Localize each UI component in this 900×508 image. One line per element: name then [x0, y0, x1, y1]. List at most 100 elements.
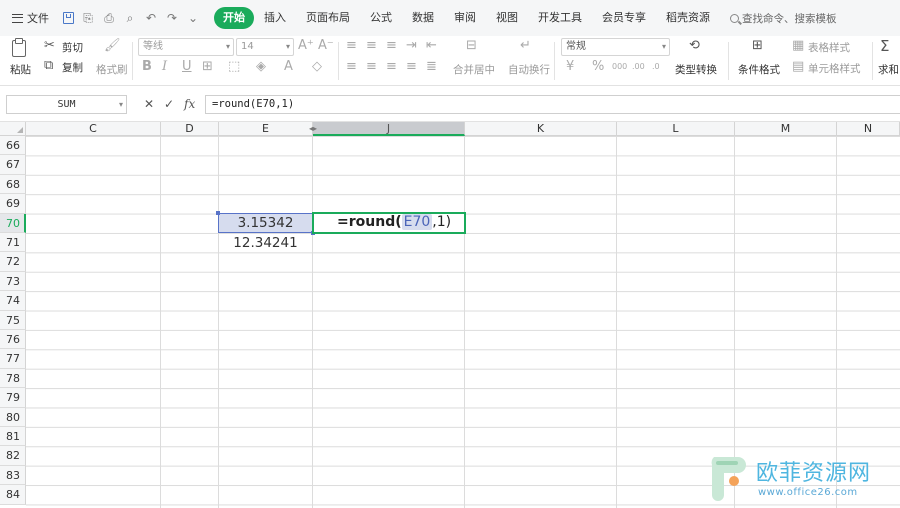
cancel-icon[interactable]: ✕ [144, 96, 154, 112]
align-middle-icon[interactable]: ≡ [366, 39, 377, 53]
quick-access-toolbar: ⎘ ⎙ ⌕ ↶ ↷ ⌄ [57, 11, 206, 26]
cell-e70[interactable]: 3.15342 [218, 215, 313, 231]
thousands-icon[interactable]: 000 [612, 60, 627, 74]
row-header-71[interactable]: 71 [0, 233, 26, 253]
confirm-icon[interactable]: ✓ [164, 96, 174, 112]
row-header-66[interactable]: 66 [0, 136, 26, 156]
align-center-icon[interactable]: ≡ [366, 60, 377, 74]
row-header-68[interactable]: 68 [0, 174, 26, 195]
italic-icon[interactable]: I [162, 60, 167, 74]
font-name-select[interactable]: 等线 ▾ [138, 38, 234, 56]
number-format-select[interactable]: 常规 ▾ [561, 38, 670, 56]
print-preview-icon[interactable]: ⌕ [123, 11, 137, 26]
indent-icon[interactable]: ⇥ [406, 39, 417, 53]
row-header-74[interactable]: 74 [0, 291, 26, 311]
row-header-72[interactable]: 72 [0, 252, 26, 272]
wrap-text-button[interactable]: 自动换行 [508, 62, 550, 77]
sum-button[interactable]: 求和 [878, 62, 899, 77]
cell-style-button[interactable]: 单元格样式 [808, 61, 861, 76]
tab-insert[interactable]: 插入 [254, 7, 296, 29]
row-header-75[interactable]: 75 [0, 310, 26, 330]
cell-e71[interactable]: 12.34241 [218, 235, 313, 251]
row-header-81[interactable]: 81 [0, 427, 26, 447]
row-header-70[interactable]: 70 [0, 213, 26, 233]
tab-review[interactable]: 审阅 [444, 7, 486, 29]
row-header-84[interactable]: 84 [0, 485, 26, 505]
column-header-n[interactable]: N [837, 122, 900, 136]
select-all-corner[interactable] [0, 122, 26, 136]
copy-button[interactable]: 复制 [62, 60, 83, 75]
table-style-button[interactable]: 表格样式 [808, 40, 850, 55]
border-icon[interactable]: ⊞ [202, 60, 213, 74]
file-menu[interactable]: 文件 [0, 0, 57, 36]
underline-icon[interactable]: U [182, 60, 192, 74]
tab-view[interactable]: 视图 [486, 7, 528, 29]
insert-function-icon[interactable]: fx [184, 96, 195, 112]
column-header-k[interactable]: K [465, 122, 617, 136]
bold-icon[interactable]: B [142, 60, 152, 74]
column-header-c[interactable]: C [26, 122, 161, 136]
format-painter-button[interactable]: 格式刷 [96, 62, 128, 77]
formula-input[interactable]: =round(E70,1) [205, 95, 900, 114]
font-grow-icon[interactable]: A⁺ [298, 39, 314, 53]
save-icon[interactable] [63, 12, 74, 24]
cut-button[interactable]: 剪切 [62, 40, 83, 55]
tab-formulas[interactable]: 公式 [360, 7, 402, 29]
eraser-icon[interactable]: ◇ [312, 60, 322, 74]
tab-data[interactable]: 数据 [402, 7, 444, 29]
chevron-down-icon[interactable]: ⌄ [186, 11, 200, 25]
row-header-67[interactable]: 67 [0, 155, 26, 175]
formula-reference[interactable]: E70 [401, 214, 433, 230]
font-color-icon[interactable]: A [284, 60, 293, 74]
column-header-e[interactable]: E [219, 122, 313, 136]
decrease-decimal-icon[interactable]: .0 [652, 60, 660, 74]
outdent-icon[interactable]: ⇤ [426, 39, 437, 53]
conditional-format-button[interactable]: 条件格式 [738, 62, 780, 77]
row-header-80[interactable]: 80 [0, 407, 26, 427]
justify-icon[interactable]: ≡ [406, 60, 417, 74]
align-left-icon[interactable]: ≡ [346, 60, 357, 74]
fill-color-icon[interactable]: ◈ [256, 60, 266, 74]
merge-center-button[interactable]: 合并居中 [453, 62, 495, 77]
ribbon-divider [872, 42, 873, 80]
name-box[interactable]: SUM ▾ [6, 95, 127, 114]
undo-icon[interactable]: ↶ [144, 11, 158, 25]
paste-icon[interactable] [12, 38, 26, 57]
font-shrink-icon[interactable]: A⁻ [318, 39, 334, 53]
column-header-j[interactable]: J [313, 122, 465, 136]
align-bottom-icon[interactable]: ≡ [386, 39, 397, 53]
currency-icon[interactable]: ¥ [566, 60, 574, 74]
row-header-76[interactable]: 76 [0, 330, 26, 350]
percent-icon[interactable]: % [592, 60, 604, 74]
align-right-icon[interactable]: ≡ [386, 60, 397, 74]
font-size-select[interactable]: 14 ▾ [236, 38, 294, 56]
align-top-icon[interactable]: ≡ [346, 39, 357, 53]
fill-style-icon[interactable]: ⬚ [228, 60, 240, 74]
menu-bar: 文件 ⎘ ⎙ ⌕ ↶ ↷ ⌄ 开始 插入 页面布局 公式 数据 审阅 视图 开发… [0, 0, 900, 36]
tab-member[interactable]: 会员专享 [592, 7, 656, 29]
tab-home[interactable]: 开始 [214, 7, 254, 29]
row-header-79[interactable]: 79 [0, 388, 26, 408]
cell-j70-formula[interactable]: =round(E70,1) [337, 214, 451, 230]
print-icon[interactable]: ⎙ [102, 11, 116, 26]
distribute-icon[interactable]: ≣ [426, 60, 437, 74]
paste-button[interactable]: 粘贴 [10, 62, 31, 77]
column-header-l[interactable]: L [617, 122, 735, 136]
row-header-78[interactable]: 78 [0, 368, 26, 389]
row-header-69[interactable]: 69 [0, 194, 26, 214]
tab-page-layout[interactable]: 页面布局 [296, 7, 360, 29]
column-resize-handle[interactable]: ◂▸ [309, 124, 317, 133]
tab-developer[interactable]: 开发工具 [528, 7, 592, 29]
row-header-73[interactable]: 73 [0, 271, 26, 292]
row-header-82[interactable]: 82 [0, 446, 26, 466]
type-convert-button[interactable]: 类型转换 [675, 62, 717, 77]
tab-docer[interactable]: 稻壳资源 [656, 7, 720, 29]
column-header-d[interactable]: D [161, 122, 219, 136]
export-icon[interactable]: ⎘ [81, 11, 95, 26]
increase-decimal-icon[interactable]: .00 [632, 60, 645, 74]
row-header-83[interactable]: 83 [0, 465, 26, 486]
redo-icon[interactable]: ↷ [165, 11, 179, 25]
row-header-77[interactable]: 77 [0, 349, 26, 369]
command-search[interactable]: 查找命令、搜索模板 [730, 11, 837, 26]
column-header-m[interactable]: M [735, 122, 837, 136]
